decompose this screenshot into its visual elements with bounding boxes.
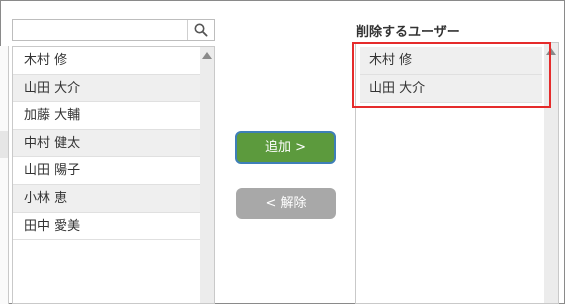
list-item[interactable]: 木村 修: [13, 47, 200, 75]
list-item[interactable]: 田中 愛美: [13, 213, 200, 241]
search-icon: [194, 23, 208, 37]
remove-users-title: 削除するユーザー: [356, 25, 460, 40]
list-item[interactable]: 小林 恵: [13, 184, 200, 213]
list-item[interactable]: 山田 大介: [13, 74, 200, 103]
scrollbar[interactable]: [544, 43, 558, 303]
user-search: [12, 19, 215, 41]
list-item[interactable]: 山田 大介: [360, 75, 542, 103]
add-button[interactable]: 追加 >: [235, 131, 336, 164]
left-edge-panel: [0, 46, 9, 304]
list-item[interactable]: 中村 健太: [13, 129, 200, 158]
list-item[interactable]: 加藤 大輔: [13, 102, 200, 130]
remove-button[interactable]: < 解除: [236, 188, 336, 219]
search-button[interactable]: [187, 20, 214, 40]
left-edge-stub: [0, 131, 8, 158]
scrollbar[interactable]: [200, 47, 214, 303]
scroll-up-icon[interactable]: [546, 48, 556, 55]
scroll-up-icon[interactable]: [202, 52, 212, 59]
list-item[interactable]: 山田 陽子: [13, 157, 200, 185]
search-input[interactable]: [13, 20, 195, 40]
list-item[interactable]: 木村 修: [360, 47, 542, 75]
available-users-list[interactable]: 木村 修 山田 大介 加藤 大輔 中村 健太 山田 陽子 小林 恵 田中 愛美: [12, 46, 215, 304]
remove-users-list[interactable]: 木村 修 山田 大介: [355, 42, 559, 304]
